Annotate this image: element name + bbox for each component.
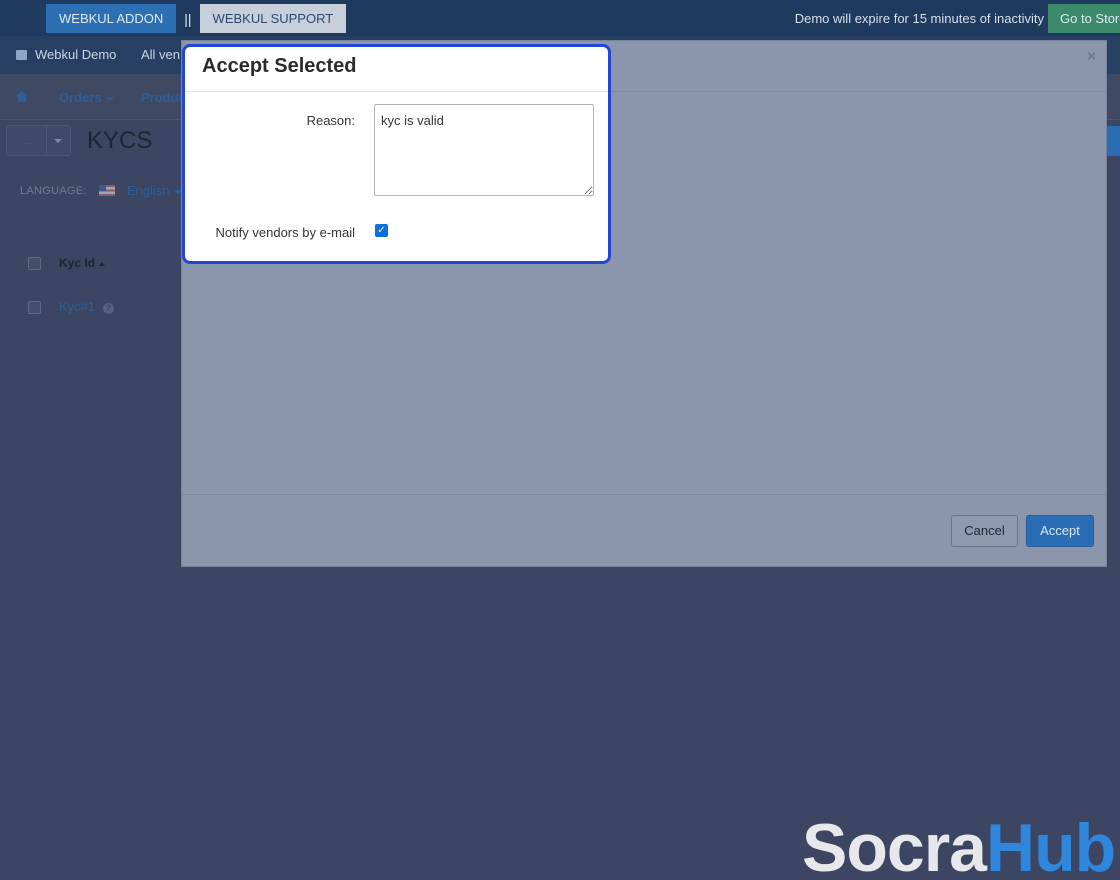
- table-header-row: Kyc Id: [28, 256, 106, 270]
- kyc-id-cell: Kyc#1?: [59, 298, 115, 316]
- page-toolbar: ←: [6, 125, 71, 156]
- toolbar-action-button[interactable]: [1106, 126, 1120, 156]
- table-row: Kyc#1?: [28, 298, 115, 316]
- language-value: English: [126, 183, 170, 198]
- menu-products[interactable]: Produc: [141, 90, 186, 105]
- back-button[interactable]: ←: [6, 125, 47, 156]
- notify-vendors-label: Notify vendors by e-mail: [215, 225, 355, 240]
- watermark-part-2: Hub: [986, 810, 1116, 880]
- kyc-link[interactable]: Kyc#1: [59, 299, 95, 314]
- us-flag-icon: [98, 185, 115, 196]
- vendor-selector[interactable]: All ven: [141, 47, 180, 62]
- close-icon[interactable]: ×: [1087, 48, 1096, 65]
- reason-textarea[interactable]: kyc is valid: [374, 104, 594, 196]
- cancel-button[interactable]: Cancel: [951, 515, 1018, 547]
- tab-separator: ||: [184, 10, 192, 27]
- modal-title: Accept Selected: [202, 55, 357, 77]
- accept-button[interactable]: Accept: [1026, 515, 1094, 547]
- language-label: LANGUAGE:: [20, 184, 87, 197]
- store-icon: [16, 49, 27, 60]
- reason-label: Reason:: [306, 113, 355, 128]
- webkul-support-tab[interactable]: WEBKUL SUPPORT: [199, 4, 347, 33]
- help-icon[interactable]: ?: [103, 303, 115, 314]
- back-dropdown-button[interactable]: [47, 125, 71, 156]
- language-dropdown[interactable]: English: [127, 183, 182, 198]
- language-selector-row: LANGUAGE: English: [20, 183, 182, 198]
- store-brand[interactable]: Webkul Demo: [16, 47, 116, 62]
- menu-orders-label: Orders: [59, 90, 102, 105]
- modal-footer-divider: [182, 494, 1106, 495]
- go-to-store-button[interactable]: Go to Store: [1048, 4, 1120, 33]
- home-icon[interactable]: [16, 91, 28, 102]
- select-all-checkbox[interactable]: [28, 256, 41, 270]
- row-checkbox[interactable]: [28, 300, 41, 314]
- webkul-addon-tab[interactable]: WEBKUL ADDON: [46, 4, 177, 33]
- watermark-part-1: Socra: [802, 810, 987, 880]
- sort-asc-icon: [99, 261, 106, 266]
- socrahub-watermark: SocraHub: [802, 808, 1116, 880]
- chevron-down-icon: [54, 139, 62, 143]
- menu-products-label: Produc: [141, 90, 186, 105]
- top-bar: WEBKUL ADDON || WEBKUL SUPPORT Demo will…: [0, 0, 1120, 36]
- accept-form-panel: Accept Selected Reason: kyc is valid Not…: [182, 44, 611, 264]
- notify-vendors-checkbox[interactable]: ✓: [375, 224, 388, 237]
- menu-orders[interactable]: Orders: [59, 90, 114, 105]
- arrow-left-icon: ←: [21, 133, 35, 149]
- panel-divider: [185, 91, 608, 92]
- page-title: KYCS: [87, 127, 153, 154]
- chevron-down-icon: [105, 96, 114, 101]
- column-kyc-id[interactable]: Kyc Id: [59, 256, 106, 270]
- column-kyc-id-label: Kyc Id: [59, 256, 96, 270]
- demo-expiry-notice: Demo will expire for 15 minutes of inact…: [794, 11, 1044, 26]
- store-name: Webkul Demo: [35, 47, 117, 62]
